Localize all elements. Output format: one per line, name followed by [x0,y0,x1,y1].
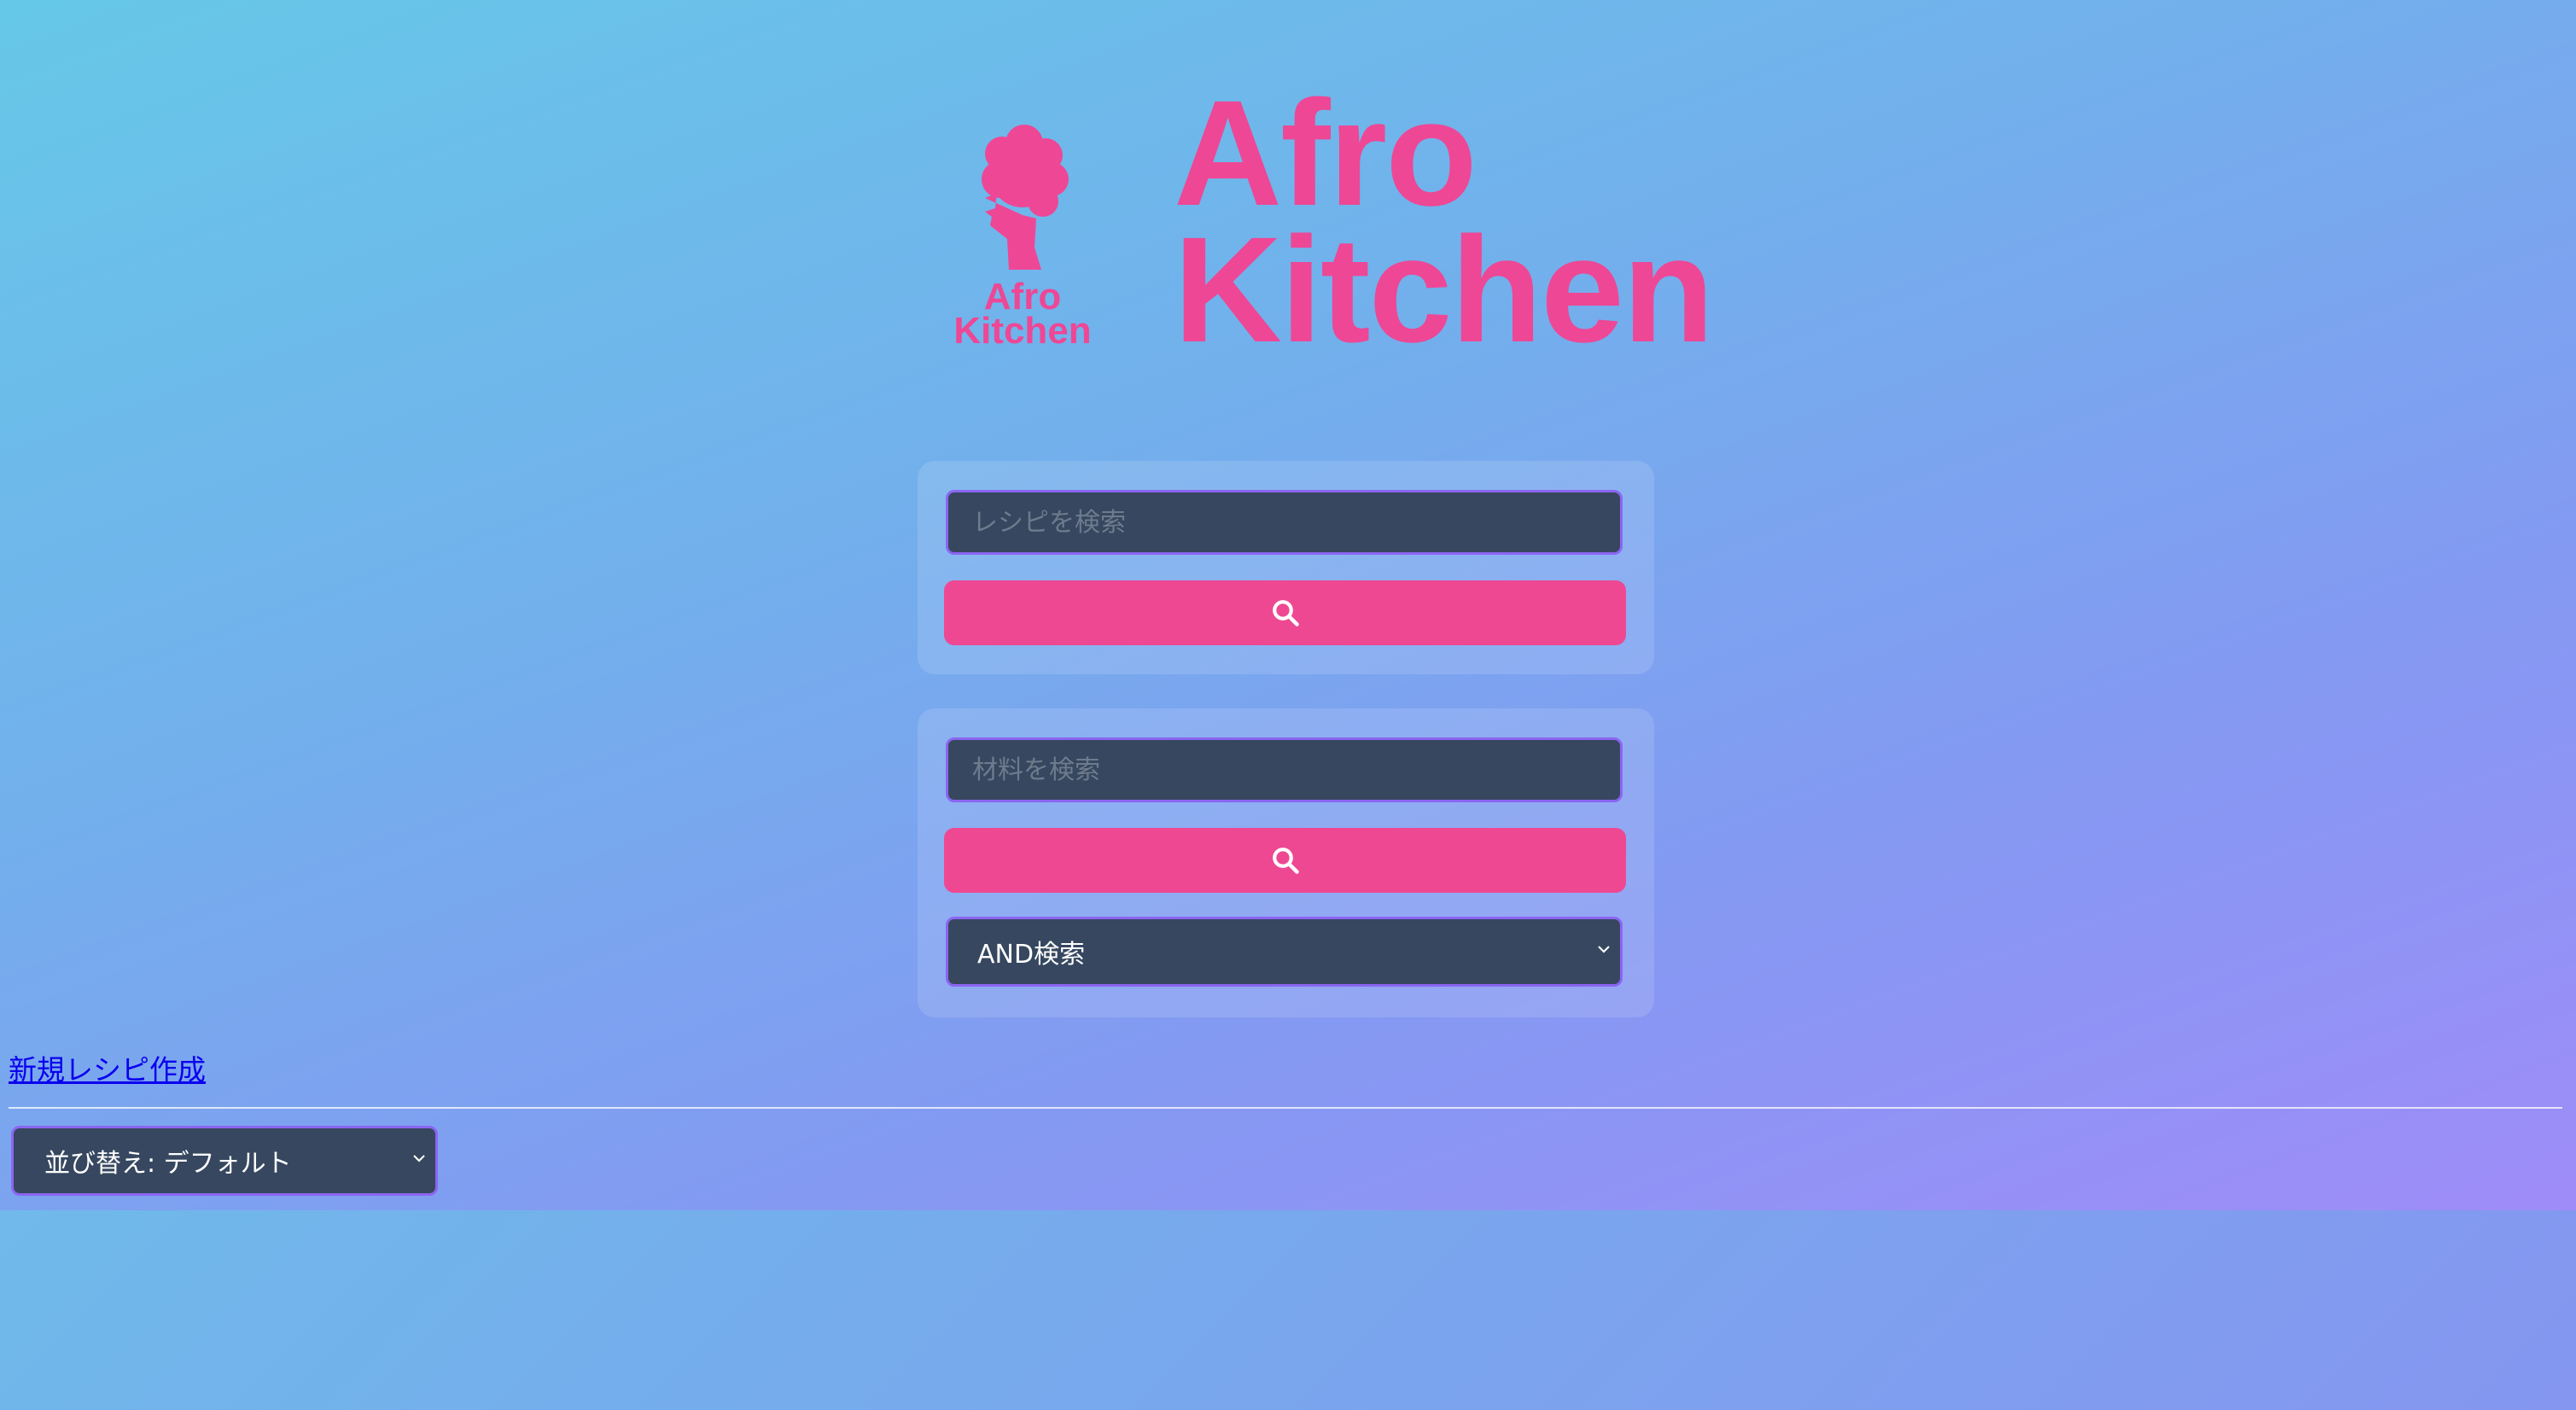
logo-wordmark: Afro Kitchen [947,276,1098,352]
ingredient-search-button[interactable] [944,828,1626,893]
brand-title: Afro Kitchen [1174,70,1714,374]
afro-kitchen-logo: Afro Kitchen [947,119,1098,350]
search-icon [1272,600,1299,626]
ingredient-search-input[interactable] [946,737,1623,802]
sort-value: 並び替え: デフォルト [44,1149,292,1179]
ingredient-search-panel: AND検索 [918,708,1654,1017]
divider [9,1107,2562,1109]
recipe-search-button[interactable] [944,580,1626,645]
sort-select[interactable]: 並び替え: デフォルト [11,1126,438,1196]
recipe-search-panel [918,461,1654,674]
search-mode-select[interactable]: AND検索 [946,917,1623,987]
brand-header: Afro Kitchen Afro Kitchen [947,79,1714,365]
logo-wordmark-line1: Afro [983,276,1062,318]
new-recipe-link[interactable]: 新規レシピ作成 [9,1052,206,1089]
brand-title-line2: Kitchen [1174,207,1714,374]
logo-wordmark-line2: Kitchen [953,310,1092,352]
chevron-down-icon [411,1151,427,1166]
recipe-search-input[interactable] [946,490,1623,555]
brand-title-line1: Afro [1174,70,1477,237]
chevron-down-icon [1596,941,1611,957]
search-mode-value: AND検索 [977,940,1086,970]
search-icon [1272,848,1299,874]
